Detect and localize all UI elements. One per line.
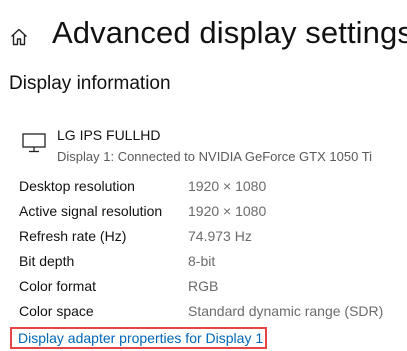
home-icon[interactable] xyxy=(9,27,29,47)
info-label: Color format xyxy=(19,278,97,294)
info-label: Desktop resolution xyxy=(19,178,135,194)
section-title-display-information: Display information xyxy=(9,73,171,94)
monitor-connection-description: Display 1: Connected to NVIDIA GeForce G… xyxy=(57,149,373,164)
display-info-table: Desktop resolution 1920 × 1080 Active si… xyxy=(19,178,404,328)
info-row-desktop-resolution: Desktop resolution 1920 × 1080 xyxy=(19,178,404,203)
info-row-refresh-rate: Refresh rate (Hz) 74.973 Hz xyxy=(19,228,404,253)
info-row-color-space: Color space Standard dynamic range (SDR) xyxy=(19,303,404,328)
info-value: Standard dynamic range (SDR) xyxy=(188,303,384,319)
info-label: Color space xyxy=(19,303,94,319)
display-adapter-properties-link[interactable]: Display adapter properties for Display 1 xyxy=(18,330,263,346)
info-label: Bit depth xyxy=(19,253,75,269)
page-title: Advanced display settings xyxy=(52,15,407,50)
info-value: 74.973 Hz xyxy=(188,228,252,244)
info-row-bit-depth: Bit depth 8-bit xyxy=(19,253,404,278)
info-label: Active signal resolution xyxy=(19,203,163,219)
info-row-active-signal-resolution: Active signal resolution 1920 × 1080 xyxy=(19,203,404,228)
info-value: RGB xyxy=(188,278,219,294)
monitor-name: LG IPS FULLHD xyxy=(57,127,161,143)
info-row-color-format: Color format RGB xyxy=(19,278,404,303)
info-value: 1920 × 1080 xyxy=(188,178,267,194)
info-label: Refresh rate (Hz) xyxy=(19,228,127,244)
info-value: 1920 × 1080 xyxy=(188,203,267,219)
info-value: 8-bit xyxy=(188,253,216,269)
page-header: Advanced display settings xyxy=(0,14,407,58)
monitor-icon xyxy=(22,133,46,153)
